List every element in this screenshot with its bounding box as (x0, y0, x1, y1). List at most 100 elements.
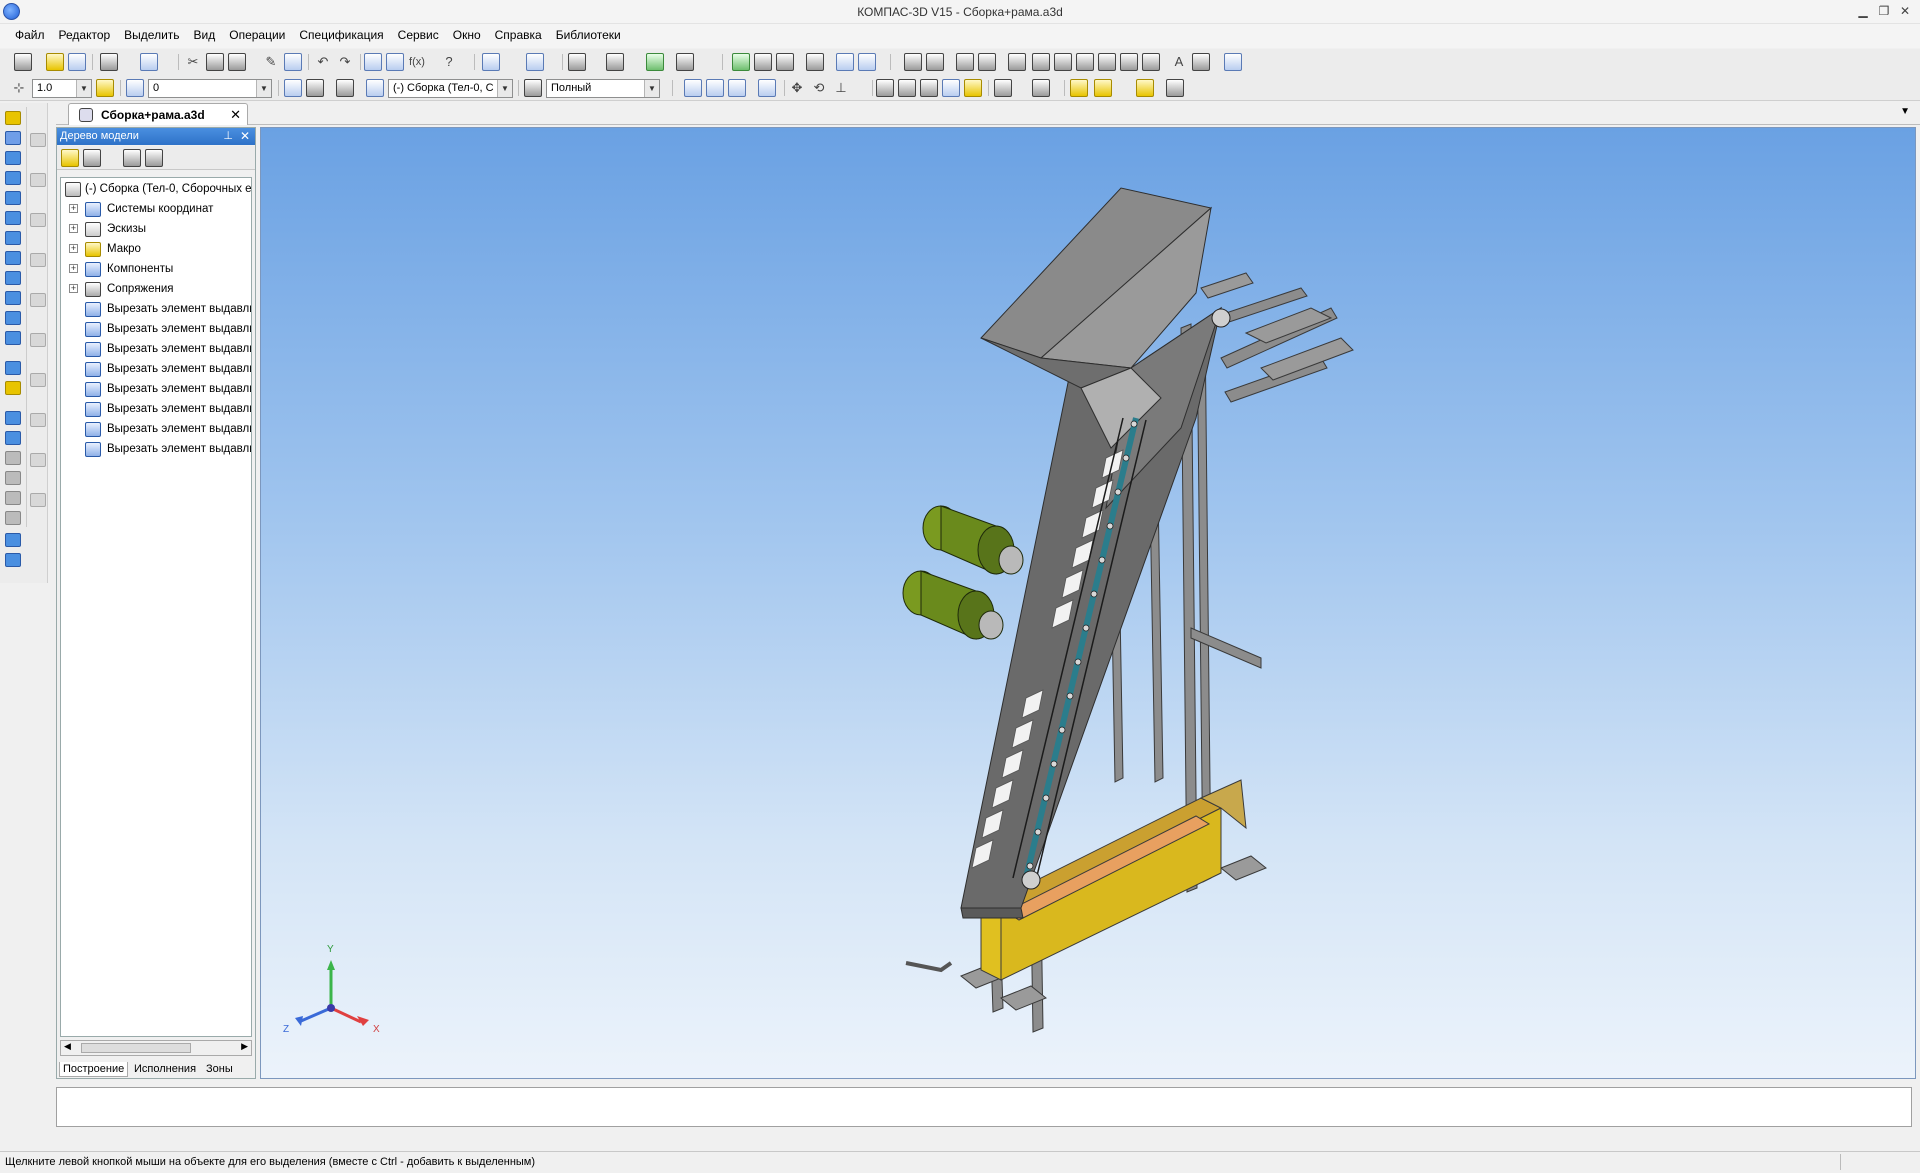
section-icon[interactable] (806, 53, 824, 71)
rebuild-icon[interactable] (1224, 53, 1242, 71)
pan-icon[interactable]: ✥ (788, 79, 806, 97)
library-icon[interactable] (386, 53, 404, 71)
arrays-icon[interactable] (5, 191, 21, 205)
thin-hidden-lines-icon[interactable] (920, 79, 938, 97)
step-combo[interactable]: 1.0 ▼ (32, 79, 92, 98)
format-painter-icon[interactable]: ✎ (262, 53, 280, 71)
variables-fx-icon[interactable]: f(x) (408, 53, 426, 71)
constraint-icon[interactable] (1120, 53, 1138, 71)
minimize-icon[interactable]: ▁ (1852, 3, 1874, 20)
expand-icon[interactable]: + (69, 244, 78, 253)
print-icon[interactable] (100, 53, 118, 71)
menu-view[interactable]: Вид (187, 24, 223, 48)
curve-icon[interactable] (1032, 53, 1050, 71)
pin-icon[interactable]: ⊥ (223, 129, 233, 142)
hidden-lines-icon[interactable] (898, 79, 916, 97)
menu-select[interactable]: Выделить (117, 24, 186, 48)
new-document-icon[interactable] (14, 53, 32, 71)
ortho-mode-icon[interactable] (96, 79, 114, 97)
grid-icon[interactable] (904, 53, 922, 71)
menu-window[interactable]: Окно (446, 24, 488, 48)
elements-side-icon[interactable] (5, 331, 21, 345)
cursor-step-icon[interactable]: ⊹ (10, 79, 28, 97)
bom-icon[interactable] (646, 53, 664, 71)
view-mode-combo[interactable]: Полный ▼ (546, 79, 660, 98)
menu-service[interactable]: Сервис (391, 24, 446, 48)
contrast-icon[interactable] (754, 53, 772, 71)
appearance-icon[interactable] (1094, 79, 1112, 97)
filter-icon[interactable] (994, 79, 1012, 97)
shading-icon[interactable] (482, 53, 500, 71)
menu-file[interactable]: Файл (8, 24, 52, 48)
expand-icon[interactable]: + (69, 204, 78, 213)
cable-icon[interactable] (5, 553, 21, 567)
help-pointer-icon[interactable]: ? (440, 53, 458, 71)
tree-filter-icon[interactable] (145, 149, 163, 167)
mates-side-icon[interactable] (5, 231, 21, 245)
close-icon[interactable]: ✕ (1894, 3, 1916, 20)
zoom-all-icon[interactable] (758, 79, 776, 97)
mates-icon[interactable] (568, 53, 586, 71)
display-icon[interactable] (1136, 79, 1154, 97)
layer-combo[interactable]: 0 ▼ (148, 79, 272, 98)
halftone-icon[interactable] (942, 79, 960, 97)
layer-icon[interactable] (126, 79, 144, 97)
menu-libraries[interactable]: Библиотеки (549, 24, 628, 48)
view-mode-icon[interactable] (524, 79, 542, 97)
component-icon[interactable] (366, 79, 384, 97)
sheet-metal-icon[interactable] (5, 411, 21, 425)
tab-document[interactable]: Сборка+рама.a3d ✕ (68, 103, 248, 125)
tree-pin-icon[interactable] (123, 149, 141, 167)
select-filter-icon[interactable] (1032, 79, 1050, 97)
zoom-window-icon[interactable] (684, 79, 702, 97)
manager-icon[interactable] (364, 53, 382, 71)
tab-variants[interactable]: Исполнения (131, 1062, 199, 1076)
copy-icon[interactable] (206, 53, 224, 71)
close-tab-icon[interactable]: ✕ (230, 107, 241, 123)
hatch-icon[interactable] (1192, 53, 1210, 71)
paste-icon[interactable] (228, 53, 246, 71)
properties-panel[interactable] (56, 1087, 1912, 1127)
wireframe-icon[interactable] (876, 79, 894, 97)
expand-icon[interactable]: + (69, 264, 78, 273)
auxiliary-geometry-icon[interactable] (5, 211, 21, 225)
orient-icon[interactable] (336, 79, 354, 97)
snap-icon[interactable] (978, 53, 996, 71)
component-combo[interactable]: (-) Сборка (Тел-0, С ▼ (388, 79, 513, 98)
menu-edit[interactable]: Редактор (52, 24, 118, 48)
properties-icon[interactable] (284, 53, 302, 71)
cut-icon[interactable]: ✂ (184, 53, 202, 71)
edit-point-icon[interactable] (1098, 53, 1116, 71)
tab-list-dropdown-icon[interactable]: ▼ (1900, 106, 1910, 117)
edit-assembly-icon[interactable] (5, 111, 21, 125)
circle-icon[interactable] (1054, 53, 1072, 71)
orientation-icon[interactable]: ⊥ (832, 79, 850, 97)
save-icon[interactable] (68, 53, 86, 71)
dimension-icon[interactable] (926, 53, 944, 71)
menu-help[interactable]: Справка (488, 24, 549, 48)
filter-side-icon[interactable] (5, 271, 21, 285)
mass-icon[interactable] (776, 53, 794, 71)
insert-component-icon[interactable] (526, 53, 544, 71)
open-folder-icon[interactable] (46, 53, 64, 71)
weld-icon[interactable] (5, 431, 21, 445)
halftone-edges-icon[interactable] (964, 79, 982, 97)
spatial-curves-icon[interactable] (5, 151, 21, 165)
array-icon[interactable] (956, 53, 974, 71)
library-side-icon[interactable] (5, 361, 21, 375)
info-icon[interactable] (858, 53, 876, 71)
zoom-in-icon[interactable] (706, 79, 724, 97)
text-icon[interactable]: A (1170, 53, 1188, 71)
menu-operations[interactable]: Операции (222, 24, 292, 48)
tab-construction[interactable]: Построение (59, 1062, 129, 1077)
check-icon[interactable] (836, 53, 854, 71)
sketch-icon[interactable] (1008, 53, 1026, 71)
measure-icon[interactable] (676, 53, 694, 71)
zoom-out-icon[interactable] (728, 79, 746, 97)
line-icon[interactable] (1076, 53, 1094, 71)
model-viewport[interactable]: Y X Z (260, 127, 1916, 1079)
expand-icon[interactable]: + (69, 284, 78, 293)
move-component-icon[interactable] (606, 53, 624, 71)
tab-zones[interactable]: Зоны (203, 1062, 236, 1076)
local-cs-icon[interactable] (306, 79, 324, 97)
